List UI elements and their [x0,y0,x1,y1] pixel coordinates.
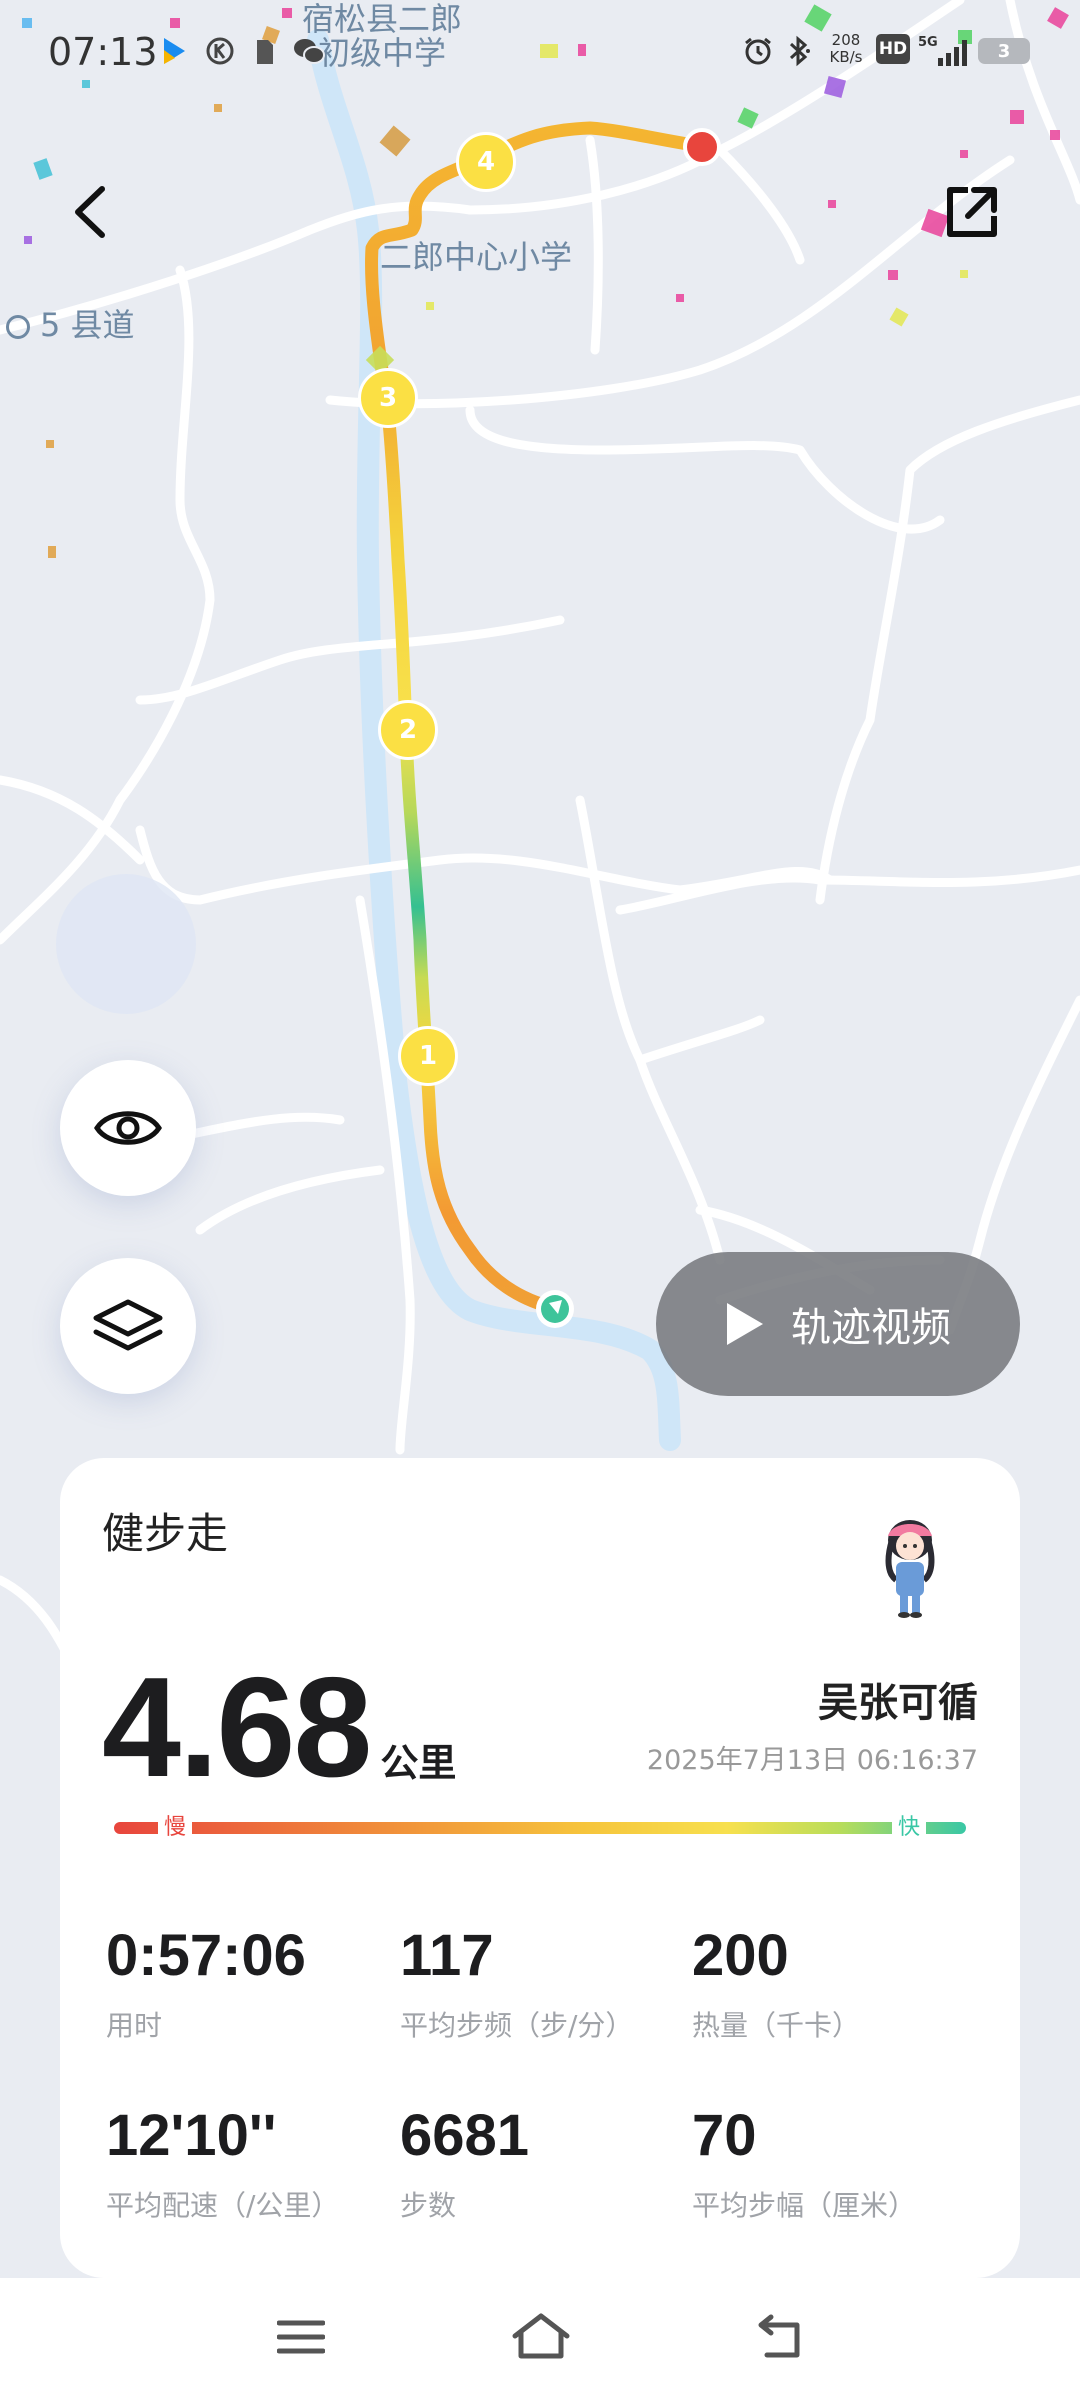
wechat-icon [292,34,326,68]
nav-home-button[interactable] [496,2302,586,2372]
map-layers-button[interactable] [60,1258,196,1394]
route-end-marker [683,128,721,166]
sim-icon [254,34,276,68]
net-speed-unit: KB/s [829,48,863,66]
track-video-label: 轨迹视频 [791,1305,951,1351]
stat-value: 0:57:06 [106,1923,306,1988]
stat-value: 70 [692,2103,757,2168]
stat-label: 用时 [106,2009,163,2042]
nav-menu-button[interactable] [256,2302,346,2372]
system-nav-bar [0,2278,1080,2400]
stat-value: 6681 [400,2103,530,2168]
stat-label: 步数 [400,2189,457,2222]
stat-value: 12'10'' [106,2103,277,2168]
stat-label: 平均配速（/公里） [106,2189,340,2222]
app-icon [160,34,188,68]
home-icon [512,2313,570,2359]
k-icon [204,34,236,68]
map-label-road: 5 县道 [6,300,135,346]
stat-calories: 200 热量（千卡） [692,1924,860,2044]
distance: 4.68 公里 [102,1646,456,1810]
battery-level: 3 [997,40,1011,62]
distance-unit: 公里 [380,1741,457,1785]
network-type: 5G [918,35,938,50]
pace-legend-bar: 慢 快 [114,1814,966,1842]
nav-back-button[interactable] [736,2302,826,2372]
battery-icon: 3 [978,38,1030,64]
map-label-primary-school: 二郎中心小学 [380,238,573,276]
stat-label: 平均步频（步/分） [400,2009,634,2042]
alarm-icon [742,34,774,68]
net-speed: 208 KB/s [826,32,866,66]
activity-type: 健步走 [102,1509,229,1558]
bluetooth-icon [784,34,814,68]
stat-steps: 6681 步数 [400,2104,529,2224]
km-marker-1[interactable]: 1 [398,1026,458,1086]
workout-timestamp: 2025年7月13日 06:16:37 [646,1745,978,1776]
distance-value: 4.68 [102,1648,372,1807]
track-video-button[interactable]: 轨迹视频 [656,1252,1020,1396]
signal-icon: 5G [918,34,970,68]
km-marker-2[interactable]: 2 [378,700,438,760]
stat-cadence: 117 平均步频（步/分） [400,1924,633,2044]
net-speed-value: 208 [831,31,861,49]
share-external-icon [947,187,997,237]
user-name: 吴张可循 [818,1680,978,1726]
workout-summary-card: 健步走 4.68 公里 吴张可循 2025年7月13日 06:16:37 慢 快… [60,1458,1020,2278]
layers-icon [93,1299,163,1351]
stat-value: 200 [692,1923,789,1988]
stat-pace: 12'10'' 平均配速（/公里） [106,2104,339,2224]
stat-label: 热量（千卡） [692,2009,861,2042]
stat-duration: 0:57:06 用时 [106,1924,306,2044]
hd-icon: HD [876,34,910,64]
visibility-toggle-button[interactable] [60,1060,196,1196]
stat-label: 平均步幅（厘米） [692,2189,917,2222]
share-button[interactable] [922,162,1022,262]
pace-fast-label: 快 [892,1814,927,1842]
play-icon [727,1303,763,1345]
route-start-marker [536,1290,574,1328]
stat-value: 117 [400,1923,494,1988]
user-avatar[interactable] [870,1510,950,1620]
status-bar: 07:13 208 KB/s HD 5G 3 [0,0,1080,110]
back-button[interactable] [40,162,140,262]
stat-stride: 70 平均步幅（厘米） [692,2104,916,2224]
menu-icon [277,2320,325,2354]
status-time: 07:13 [48,30,158,74]
km-marker-4[interactable]: 4 [456,132,516,192]
eye-icon [94,1111,162,1145]
chevron-left-icon [75,186,105,238]
pace-slow-label: 慢 [158,1814,193,1842]
back-icon [758,2314,800,2358]
km-marker-3[interactable]: 3 [358,368,418,428]
